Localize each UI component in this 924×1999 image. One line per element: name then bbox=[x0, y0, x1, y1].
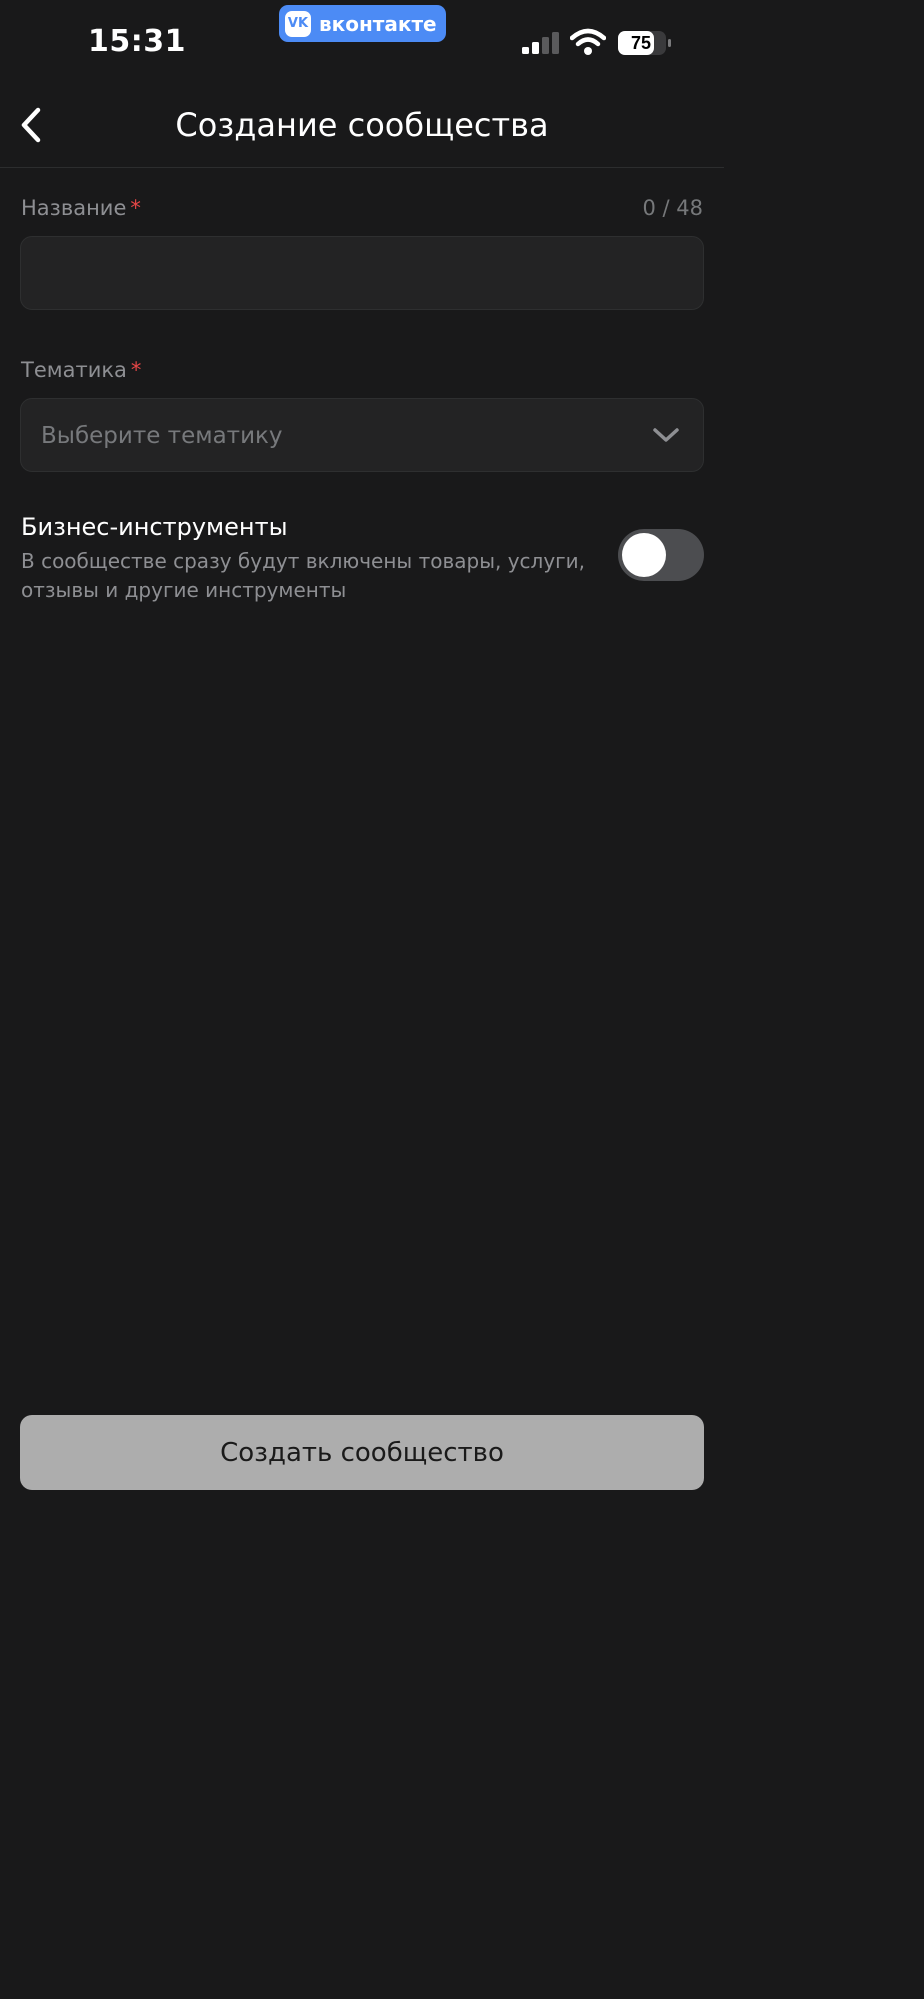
app-badge-label: вконтакте bbox=[319, 11, 437, 36]
vk-logo-icon: VK bbox=[285, 10, 311, 37]
topic-field-label: Тематика * bbox=[21, 358, 141, 382]
page-title: Создание сообщества bbox=[175, 106, 549, 144]
topic-select-placeholder: Выберите тематику bbox=[41, 423, 283, 449]
app-badge[interactable]: VK вконтакте bbox=[279, 5, 446, 42]
business-tools-description: В сообществе сразу будут включены товары… bbox=[21, 549, 586, 602]
cellular-signal-icon bbox=[522, 32, 559, 54]
topic-select[interactable]: Выберите тематику bbox=[20, 398, 704, 472]
nav-bar: Создание сообщества bbox=[0, 86, 724, 168]
chevron-down-icon bbox=[653, 428, 679, 442]
create-community-button[interactable]: Создать сообщество bbox=[20, 1415, 704, 1490]
toggle-knob bbox=[622, 533, 666, 577]
topic-label-text: Тематика bbox=[21, 358, 127, 382]
status-time: 15:31 bbox=[88, 24, 186, 59]
battery-icon: 75 bbox=[618, 31, 671, 55]
name-label-text: Название bbox=[21, 196, 127, 220]
business-tools-title: Бизнес-инструменты bbox=[21, 513, 288, 541]
battery-level: 75 bbox=[631, 33, 651, 53]
business-tools-toggle[interactable] bbox=[618, 529, 704, 581]
required-mark: * bbox=[130, 358, 142, 382]
status-bar: 15:31 VK вконтакте 75 bbox=[0, 0, 724, 86]
name-field-label: Название * bbox=[21, 196, 141, 220]
wifi-icon bbox=[570, 28, 606, 55]
name-input[interactable] bbox=[20, 236, 704, 310]
name-char-counter: 0 / 48 bbox=[642, 196, 703, 220]
required-mark: * bbox=[130, 196, 141, 220]
